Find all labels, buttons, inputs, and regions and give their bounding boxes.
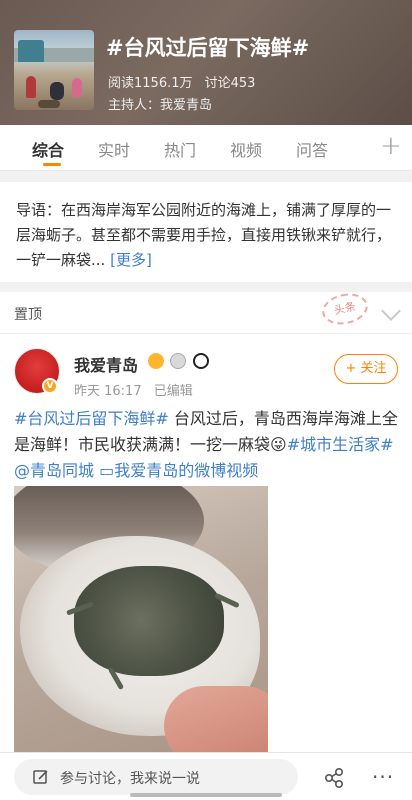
post-edited: 已编辑 <box>153 384 193 399</box>
verified-badge-icon: V <box>42 378 58 394</box>
post-meta: 昨天 16:17 已编辑 <box>74 380 201 399</box>
pinned-bar: 置顶 头条 <box>0 289 412 334</box>
discuss-count: 讨论453 <box>204 76 256 91</box>
tab-realtime[interactable]: 实时 <box>98 137 130 161</box>
intro-more-link[interactable]: [更多] <box>110 251 152 269</box>
video-link[interactable]: 我爱青岛的微博视频 <box>114 461 258 480</box>
read-count: 阅读1156.1万 <box>108 76 193 91</box>
intro-text: 导语：在西海岸海军公园附近的海滩上，铺满了厚厚的一层海蛎子。甚至都不需要用手捡，… <box>16 201 392 269</box>
topic-intro: 导语：在西海岸海军公园附近的海滩上，铺满了厚厚的一层海蛎子。甚至都不需要用手捡，… <box>0 182 412 282</box>
headline-stamp-icon: 头条 <box>319 289 371 329</box>
member-badge-icon[interactable] <box>148 353 164 369</box>
topic-host[interactable]: 主持人：我爱青岛 <box>108 94 212 113</box>
wink-emoji-icon: 😜 <box>270 435 287 454</box>
tab-qa[interactable]: 问答 <box>296 137 328 161</box>
share-icon[interactable] <box>323 767 345 789</box>
hashtag-link[interactable]: #城市生活家# <box>287 435 394 454</box>
tab-hot[interactable]: 热门 <box>164 137 196 161</box>
post-time: 昨天 16:17 <box>74 384 142 399</box>
tab-comprehensive[interactable]: 综合 <box>32 137 64 161</box>
user-badges <box>148 353 211 369</box>
thumb-person <box>50 82 64 100</box>
thumb-person <box>26 76 36 98</box>
panda-badge-icon[interactable] <box>192 353 209 369</box>
topic-stats: 阅读1156.1万 讨论453 <box>108 72 263 91</box>
thumb-tent <box>18 40 44 62</box>
mention-link[interactable]: @青岛同城 <box>14 461 94 480</box>
thumb-person <box>38 100 60 108</box>
home-indicator[interactable] <box>130 793 282 797</box>
more-options-icon[interactable]: ··· <box>372 765 394 789</box>
comment-input[interactable]: 参与讨论，我来说一说 <box>14 759 298 795</box>
active-tab-indicator <box>43 163 61 166</box>
comment-placeholder: 参与讨论，我来说一说 <box>60 771 200 787</box>
hashtag-link[interactable]: #台风过后留下海鲜# <box>14 409 169 428</box>
video-link-icon[interactable]: ▭ <box>99 461 114 480</box>
pinned-label: 置顶 <box>14 307 42 323</box>
post-body: #台风过后留下海鲜# 台风过后，青岛西海岸海滩上全是海鲜！市民收获满满！一挖一麻… <box>14 406 402 484</box>
tab-video[interactable]: 视频 <box>230 137 262 161</box>
edit-icon <box>33 770 48 784</box>
post-video-thumbnail[interactable] <box>14 486 268 752</box>
crabs-cluster <box>74 566 224 676</box>
thumb-person <box>72 78 82 98</box>
add-tab-icon[interactable]: + <box>380 131 402 161</box>
tab-bar: 综合 实时 热门 视频 问答 + <box>0 125 412 171</box>
post-card: V 我爱青岛 昨天 16:17 已编辑 + 关注 #台风过后留下海鲜# 台风过后… <box>0 334 412 800</box>
hand-thumb <box>164 686 268 752</box>
follow-button[interactable]: + 关注 <box>334 354 398 384</box>
topic-title: #台风过后留下海鲜# <box>106 36 310 60</box>
topic-header: #台风过后留下海鲜# 阅读1156.1万 讨论453 主持人：我爱青岛 <box>0 0 412 125</box>
medal-badge-icon[interactable] <box>170 353 187 369</box>
post-username[interactable]: 我爱青岛 <box>74 352 138 376</box>
chevron-down-icon[interactable] <box>381 301 401 321</box>
topic-cover-image <box>14 30 94 110</box>
